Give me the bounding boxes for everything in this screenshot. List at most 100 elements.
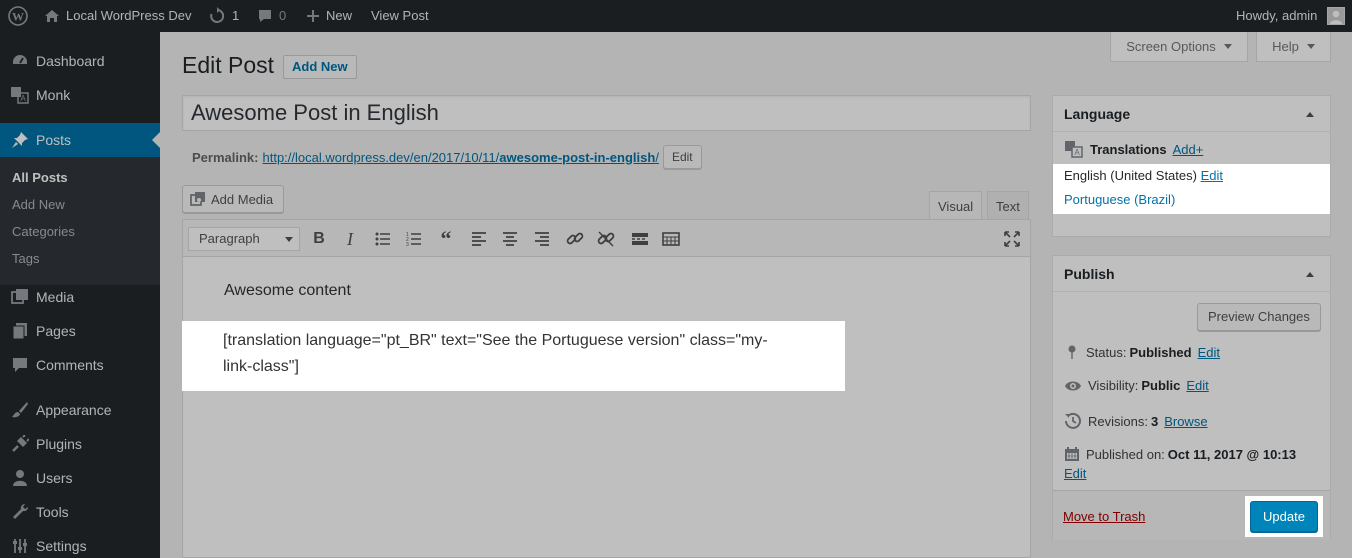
view-post-link[interactable]: View Post (371, 0, 429, 32)
menu-tools[interactable]: Tools (0, 495, 160, 529)
shortcode-highlight: [translation language="pt_BR" text="See … (182, 321, 845, 391)
comments-link[interactable]: 0 (257, 0, 286, 32)
admin-menu: Dashboard A Monk Posts All Posts Add New… (0, 32, 160, 558)
menu-users[interactable]: Users (0, 461, 160, 495)
move-to-trash-link[interactable]: Move to Trash (1063, 509, 1145, 524)
visibility-label: Visibility: (1088, 378, 1139, 393)
unlink-icon[interactable] (595, 228, 617, 250)
avatar (1327, 7, 1346, 25)
plug-icon (0, 435, 36, 453)
translations-row: A Translations Add+ (1064, 140, 1203, 158)
help-button[interactable]: Help (1256, 32, 1331, 62)
menu-posts[interactable]: Posts (0, 123, 160, 157)
permalink-base: http://local.wordpress.dev/en/2017/10/11… (262, 149, 500, 165)
edit-permalink-button[interactable]: Edit (662, 145, 702, 169)
preview-changes-button[interactable]: Preview Changes (1197, 303, 1321, 331)
menu-media[interactable]: Media (0, 280, 160, 314)
published-on-label: Published on: (1086, 446, 1165, 462)
language-name: English (United States) (1064, 168, 1197, 183)
menu-settings[interactable]: Settings (0, 529, 160, 558)
menu-dashboard[interactable]: Dashboard (0, 44, 160, 78)
menu-label: Settings (36, 538, 87, 554)
menu-label: Appearance (36, 402, 112, 418)
wordpress-logo-icon[interactable]: W (8, 0, 28, 32)
translate-icon: A (1065, 141, 1083, 158)
numbered-list-icon[interactable]: 123 (403, 228, 425, 250)
publish-box-header[interactable]: Publish (1053, 256, 1330, 292)
edit-visibility-link[interactable]: Edit (1186, 378, 1208, 393)
translations-label: Translations (1090, 141, 1167, 157)
menu-label: Media (36, 289, 75, 305)
publish-box-title: Publish (1064, 266, 1115, 282)
browse-revisions-link[interactable]: Browse (1164, 414, 1207, 429)
admin-bar: W Local WordPress Dev 1 0 New View Post … (0, 0, 1352, 32)
new-content-link[interactable]: New (306, 0, 352, 32)
bullet-list-icon[interactable] (372, 228, 394, 250)
media-icon (0, 288, 36, 306)
format-value: Paragraph (199, 231, 260, 246)
submenu-all-posts[interactable]: All Posts (12, 170, 68, 185)
menu-appearance[interactable]: Appearance (0, 393, 160, 427)
read-more-icon[interactable] (629, 228, 651, 250)
add-new-button[interactable]: Add New (283, 55, 357, 79)
add-translation-link[interactable]: Add+ (1173, 142, 1204, 157)
align-center-icon[interactable] (499, 228, 521, 250)
collapse-arrow-icon[interactable] (1306, 112, 1314, 117)
help-label: Help (1272, 39, 1299, 54)
align-right-icon[interactable] (531, 228, 553, 250)
edit-status-link[interactable]: Edit (1198, 345, 1220, 360)
revisions-label: Revisions: (1088, 413, 1148, 429)
add-media-button[interactable]: Add Media (182, 185, 285, 213)
howdy-text: Howdy, admin (1236, 8, 1318, 23)
edit-date-link[interactable]: Edit (1064, 466, 1086, 481)
status-label: Status: (1086, 344, 1127, 360)
permalink-link[interactable]: http://local.wordpress.dev/en/2017/10/11… (262, 150, 658, 165)
caret-down-icon (1306, 44, 1315, 49)
pin-icon (1068, 345, 1076, 359)
menu-monk[interactable]: A Monk (0, 78, 160, 112)
comment-icon (259, 10, 271, 22)
bold-icon[interactable]: B (308, 228, 330, 250)
tab-visual[interactable]: Visual (929, 191, 983, 220)
format-select[interactable]: Paragraph (188, 227, 300, 251)
menu-comments[interactable]: Comments (0, 348, 160, 382)
link-icon[interactable] (564, 228, 586, 250)
plus-icon (307, 10, 319, 22)
submenu-tags[interactable]: Tags (12, 251, 39, 266)
update-button[interactable]: Update (1250, 501, 1318, 532)
menu-label: Users (36, 470, 73, 486)
align-left-icon[interactable] (468, 228, 490, 250)
fullscreen-icon[interactable] (1001, 228, 1023, 250)
page-title: Edit Post (182, 52, 275, 78)
menu-pages[interactable]: Pages (0, 314, 160, 348)
translate-icon: A (0, 86, 36, 104)
screen-options-button[interactable]: Screen Options (1110, 32, 1248, 62)
language-box-header[interactable]: Language (1053, 96, 1330, 132)
toolbar-toggle-icon[interactable] (660, 228, 682, 250)
italic-icon[interactable]: I (339, 228, 361, 250)
blockquote-icon[interactable]: “ (435, 226, 457, 251)
published-on-value: Oct 11, 2017 @ 10:13 (1167, 446, 1297, 462)
calendar-icon (1065, 447, 1079, 461)
posts-submenu: All Posts Add New Categories Tags (0, 157, 160, 285)
editor-content-area[interactable]: Awesome content [translation language="p… (183, 258, 1030, 557)
language-box-title: Language (1064, 106, 1131, 122)
language-entry-link[interactable]: Portuguese (Brazil) (1064, 192, 1175, 207)
language-name: Portuguese (Brazil) (1064, 192, 1176, 207)
menu-plugins[interactable]: Plugins (0, 427, 160, 461)
svg-text:3: 3 (406, 242, 409, 246)
add-media-label: Add Media (211, 191, 274, 207)
collapse-arrow-icon[interactable] (1306, 272, 1314, 277)
submenu-add-new[interactable]: Add New (12, 197, 65, 212)
updates-link[interactable]: 1 (208, 0, 239, 32)
my-account-link[interactable]: Howdy, admin (1236, 0, 1346, 32)
site-name-link[interactable]: Local WordPress Dev (44, 0, 191, 32)
post-title-input[interactable]: Awesome Post in English (182, 95, 1031, 131)
history-icon (1065, 412, 1081, 429)
edit-language-link[interactable]: Edit (1201, 168, 1223, 183)
submenu-categories[interactable]: Categories (12, 224, 75, 239)
pin-icon (0, 131, 36, 149)
tab-text[interactable]: Text (987, 191, 1029, 220)
menu-label: Monk (36, 87, 71, 103)
comments-count: 0 (279, 8, 287, 23)
